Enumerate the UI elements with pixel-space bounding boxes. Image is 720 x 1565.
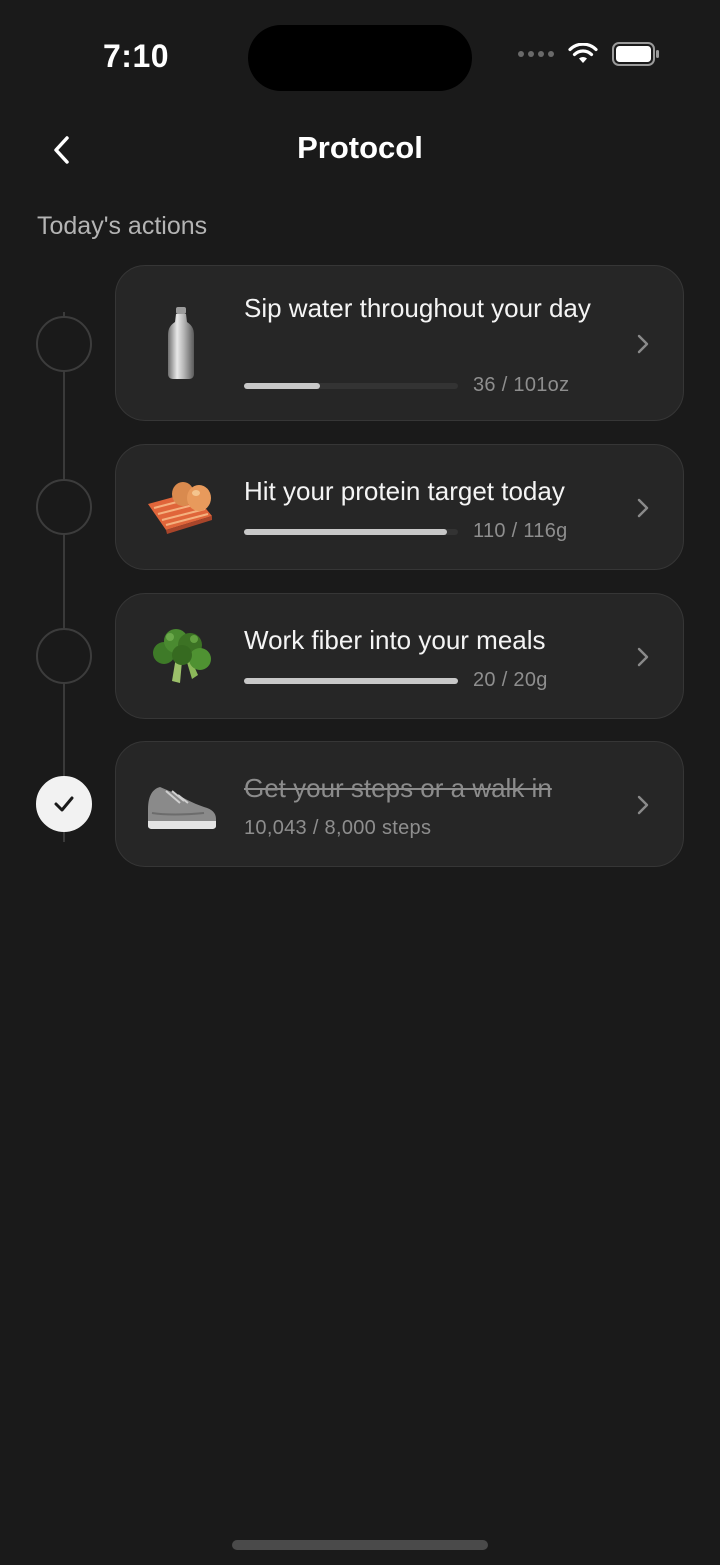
action-card-water[interactable]: Sip water throughout your day 36 / 101oz <box>115 265 684 421</box>
progress-fill <box>244 529 447 535</box>
checkmark-icon <box>54 796 74 812</box>
chevron-right-icon <box>637 334 649 354</box>
wifi-icon <box>568 43 598 63</box>
dynamic-island <box>248 25 472 91</box>
salmon-eggs-icon <box>144 471 218 545</box>
home-indicator[interactable] <box>232 1540 488 1550</box>
progress-bar <box>244 529 458 535</box>
status-marker-complete <box>36 776 92 832</box>
progress-bar <box>244 678 458 684</box>
status-marker-incomplete <box>36 479 92 535</box>
chevron-right-icon <box>637 498 649 518</box>
progress-bar <box>244 383 458 389</box>
broccoli-icon <box>144 620 218 694</box>
action-title: Work fiber into your meals <box>244 625 546 655</box>
water-bottle-icon <box>144 306 218 380</box>
action-card-fiber[interactable]: Work fiber into your meals 20 / 20g <box>115 593 684 719</box>
progress-fill <box>244 383 321 389</box>
chevron-right-icon <box>637 647 649 667</box>
progress-fill <box>244 678 458 684</box>
battery-icon <box>612 42 659 66</box>
sneaker-icon <box>144 768 218 842</box>
chevron-right-icon <box>637 795 649 815</box>
action-value: 20 / 20g <box>473 669 548 691</box>
status-icons <box>518 42 660 66</box>
status-marker-incomplete <box>36 316 92 372</box>
action-title: Sip water throughout your day <box>244 293 591 323</box>
action-card-protein[interactable]: Hit your protein target today 110 / 116g <box>115 444 684 570</box>
action-value: 36 / 101oz <box>473 374 570 396</box>
page-title: Protocol <box>297 130 423 165</box>
section-label: Today's actions <box>37 212 208 240</box>
action-title: Hit your protein target today <box>244 476 565 506</box>
action-card-steps[interactable]: Get your steps or a walk in 10,043 / 8,0… <box>115 741 684 867</box>
status-marker-incomplete <box>36 628 92 684</box>
action-value: 110 / 116g <box>473 520 568 542</box>
timeline-line <box>63 312 65 842</box>
cellular-signal-icon <box>518 51 554 57</box>
action-value: 10,043 / 8,000 steps <box>244 817 432 839</box>
protocol-screen: 7:10 Protocol Today's actions Sip water … <box>0 0 720 1565</box>
status-time: 7:10 <box>103 38 170 74</box>
action-title: Get your steps or a walk in <box>244 773 552 803</box>
